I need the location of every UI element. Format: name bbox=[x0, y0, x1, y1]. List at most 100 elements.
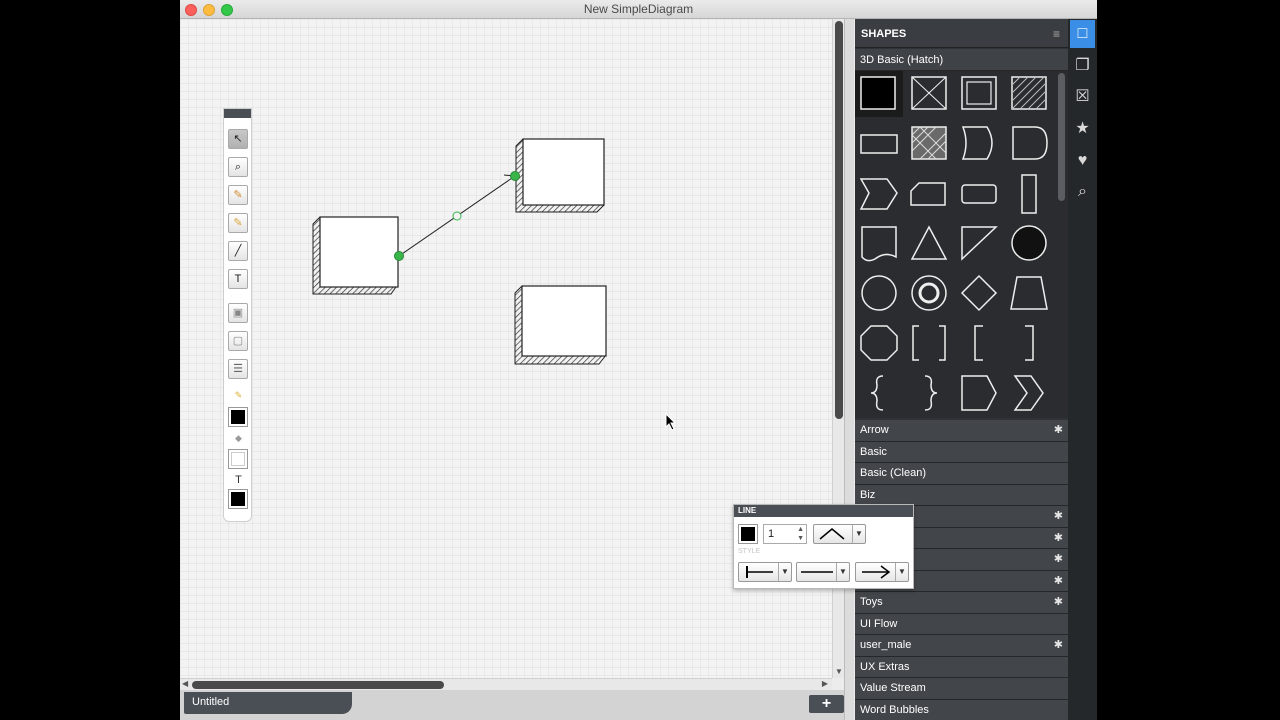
category-item[interactable]: UX Extras bbox=[855, 656, 1068, 678]
shape-right-bracket-icon[interactable] bbox=[1005, 321, 1053, 367]
favorite-star-icon[interactable]: ✱ bbox=[1054, 574, 1063, 587]
scroll-left-icon[interactable]: ◀ bbox=[182, 679, 188, 688]
vertical-scroll-thumb[interactable] bbox=[835, 21, 843, 419]
heart-icon[interactable]: ♥ bbox=[1070, 147, 1095, 175]
favorite-star-icon[interactable]: ✱ bbox=[1054, 552, 1063, 565]
panel-divider[interactable] bbox=[844, 19, 854, 720]
pencil-tool-icon[interactable]: ✎ bbox=[228, 185, 248, 205]
shape-delay-icon[interactable] bbox=[1005, 121, 1053, 167]
line-style-label: STYLE bbox=[738, 548, 761, 555]
line-color-swatch[interactable] bbox=[738, 524, 758, 544]
highlighter-tool-icon[interactable]: ✎ bbox=[228, 213, 248, 233]
category-item[interactable]: UI Flow bbox=[855, 613, 1068, 635]
category-item[interactable]: Word Bubbles bbox=[855, 699, 1068, 720]
shape-framed-box-icon[interactable] bbox=[955, 71, 1003, 117]
shape-diamond-icon[interactable] bbox=[955, 271, 1003, 317]
shape-crossed-box-icon[interactable] bbox=[905, 71, 953, 117]
shape-right-triangle-icon[interactable] bbox=[955, 221, 1003, 267]
category-item[interactable]: Value Stream bbox=[855, 678, 1068, 700]
star-icon[interactable]: ★ bbox=[1070, 115, 1095, 143]
shape-pentagon-icon[interactable] bbox=[955, 371, 1003, 417]
line-popup-title: LINE bbox=[734, 505, 913, 517]
category-item[interactable]: Toys ✱ bbox=[855, 592, 1068, 614]
shape-document-icon[interactable] bbox=[855, 221, 903, 267]
hatch-box-shape[interactable] bbox=[514, 285, 607, 365]
line-start-cap-dropdown[interactable]: ▼ bbox=[738, 562, 792, 582]
layers-icon[interactable]: ❐ bbox=[1070, 52, 1095, 80]
scroll-down-icon[interactable]: ▼ bbox=[835, 667, 843, 676]
shape-library-title[interactable]: 3D Basic (Hatch) bbox=[855, 49, 1068, 71]
category-label: Word Bubbles bbox=[860, 703, 929, 716]
line-end-cap-dropdown[interactable]: ▼ bbox=[855, 562, 909, 582]
arrange-icon[interactable]: ☰ bbox=[228, 359, 248, 379]
shape-arrow-chevron-icon[interactable] bbox=[1005, 371, 1053, 417]
shape-curved-tab-icon[interactable] bbox=[955, 121, 1003, 167]
hatch-box-shape[interactable] bbox=[312, 216, 399, 295]
envelope-icon[interactable]: ☒ bbox=[1070, 83, 1095, 111]
shape-left-bracket-icon[interactable] bbox=[955, 321, 1003, 367]
bring-front-icon[interactable]: ▣ bbox=[228, 303, 248, 323]
shape-trapezoid-icon[interactable] bbox=[1005, 271, 1053, 317]
shape-triangle-icon[interactable] bbox=[905, 221, 953, 267]
category-item[interactable]: Biz bbox=[855, 484, 1068, 506]
line-width-stepper[interactable]: 1 ▲ ▼ bbox=[763, 524, 807, 544]
shape-ring-icon[interactable] bbox=[905, 271, 953, 317]
line-dash-dropdown[interactable]: ▼ bbox=[796, 562, 850, 582]
shape-circle-icon[interactable] bbox=[855, 271, 903, 317]
category-item[interactable]: user_male ✱ bbox=[855, 635, 1068, 657]
text-color-swatch[interactable] bbox=[228, 489, 248, 509]
category-label: UI Flow bbox=[860, 617, 898, 630]
fill-color-swatch[interactable] bbox=[228, 449, 248, 469]
document-tab[interactable]: Untitled bbox=[184, 692, 352, 714]
shape-mesh-box-icon[interactable] bbox=[905, 121, 953, 167]
shapes-grid-scrollbar[interactable] bbox=[1055, 71, 1068, 418]
category-label: user_male bbox=[860, 639, 912, 651]
shape-card-icon[interactable] bbox=[905, 171, 953, 217]
stroke-color-swatch[interactable] bbox=[228, 407, 248, 427]
shape-left-brace-icon[interactable] bbox=[855, 371, 903, 417]
horizontal-scroll-thumb[interactable] bbox=[192, 681, 444, 689]
start-cap-icon bbox=[746, 566, 773, 578]
app-window: New SimpleDiagram ▼ ◀ ▶ Untitled + ↖ ⌕ ✎… bbox=[180, 0, 1097, 720]
panel-menu-icon[interactable]: ≡ bbox=[1053, 27, 1060, 41]
tools-palette: ↖ ⌕ ✎ ✎ ╱ T ▣ ▢ ☰ ✎ ◆ T bbox=[223, 108, 252, 522]
select-tool-icon[interactable]: ↖ bbox=[228, 129, 248, 149]
shapes-grid-scroll-thumb[interactable] bbox=[1058, 73, 1065, 201]
scroll-right-icon[interactable]: ▶ bbox=[822, 679, 828, 688]
tools-palette-handle[interactable] bbox=[224, 109, 251, 118]
connector-line[interactable] bbox=[394, 171, 520, 261]
side-icon-strip: □ ❐ ☒ ★ ♥ ⌕ bbox=[1068, 19, 1097, 720]
shape-rounded-rect-icon[interactable] bbox=[955, 171, 1003, 217]
shape-chevron-icon[interactable] bbox=[855, 171, 903, 217]
category-label: UX Extras bbox=[860, 660, 910, 673]
shape-octagon-icon[interactable] bbox=[855, 321, 903, 367]
favorite-star-icon[interactable]: ✱ bbox=[1054, 509, 1063, 522]
shape-tall-rect-icon[interactable] bbox=[1005, 171, 1053, 217]
add-page-button[interactable]: + bbox=[809, 695, 844, 713]
stepper-arrows-icon[interactable]: ▲ ▼ bbox=[797, 525, 804, 543]
category-item[interactable]: Basic (Clean) bbox=[855, 463, 1068, 485]
favorite-star-icon[interactable]: ✱ bbox=[1054, 531, 1063, 544]
shape-dark-circle-icon[interactable] bbox=[1005, 221, 1053, 267]
title-bar: New SimpleDiagram bbox=[180, 0, 1097, 19]
category-item[interactable]: Arrow ✱ bbox=[855, 420, 1068, 442]
shapes-panel: SHAPES ≡ 3D Basic (Hatch) Arrow ✱ Basic … bbox=[855, 19, 1068, 720]
shape-filled-square-icon[interactable] bbox=[855, 71, 903, 117]
category-item[interactable]: Basic bbox=[855, 441, 1068, 463]
line-curve-dropdown[interactable]: ▼ bbox=[813, 524, 866, 544]
favorite-star-icon[interactable]: ✱ bbox=[1054, 638, 1063, 651]
favorite-star-icon[interactable]: ✱ bbox=[1054, 423, 1063, 436]
canvas-horizontal-scrollbar[interactable]: ◀ ▶ bbox=[180, 678, 832, 690]
shape-rectangle-icon[interactable] bbox=[855, 121, 903, 167]
shapes-chat-bubble-icon[interactable]: □ bbox=[1070, 20, 1095, 48]
shape-brackets-box-icon[interactable] bbox=[905, 321, 953, 367]
zoom-tool-icon[interactable]: ⌕ bbox=[228, 157, 248, 177]
favorite-star-icon[interactable]: ✱ bbox=[1054, 595, 1063, 608]
shape-right-brace-icon[interactable] bbox=[905, 371, 953, 417]
hatch-box-shape[interactable] bbox=[515, 138, 605, 213]
send-back-icon[interactable]: ▢ bbox=[228, 331, 248, 351]
text-tool-icon[interactable]: T bbox=[228, 269, 248, 289]
line-tool-icon[interactable]: ╱ bbox=[228, 241, 248, 261]
shape-hatched-box-icon[interactable] bbox=[1005, 71, 1053, 117]
search-icon[interactable]: ⌕ bbox=[1070, 178, 1095, 206]
